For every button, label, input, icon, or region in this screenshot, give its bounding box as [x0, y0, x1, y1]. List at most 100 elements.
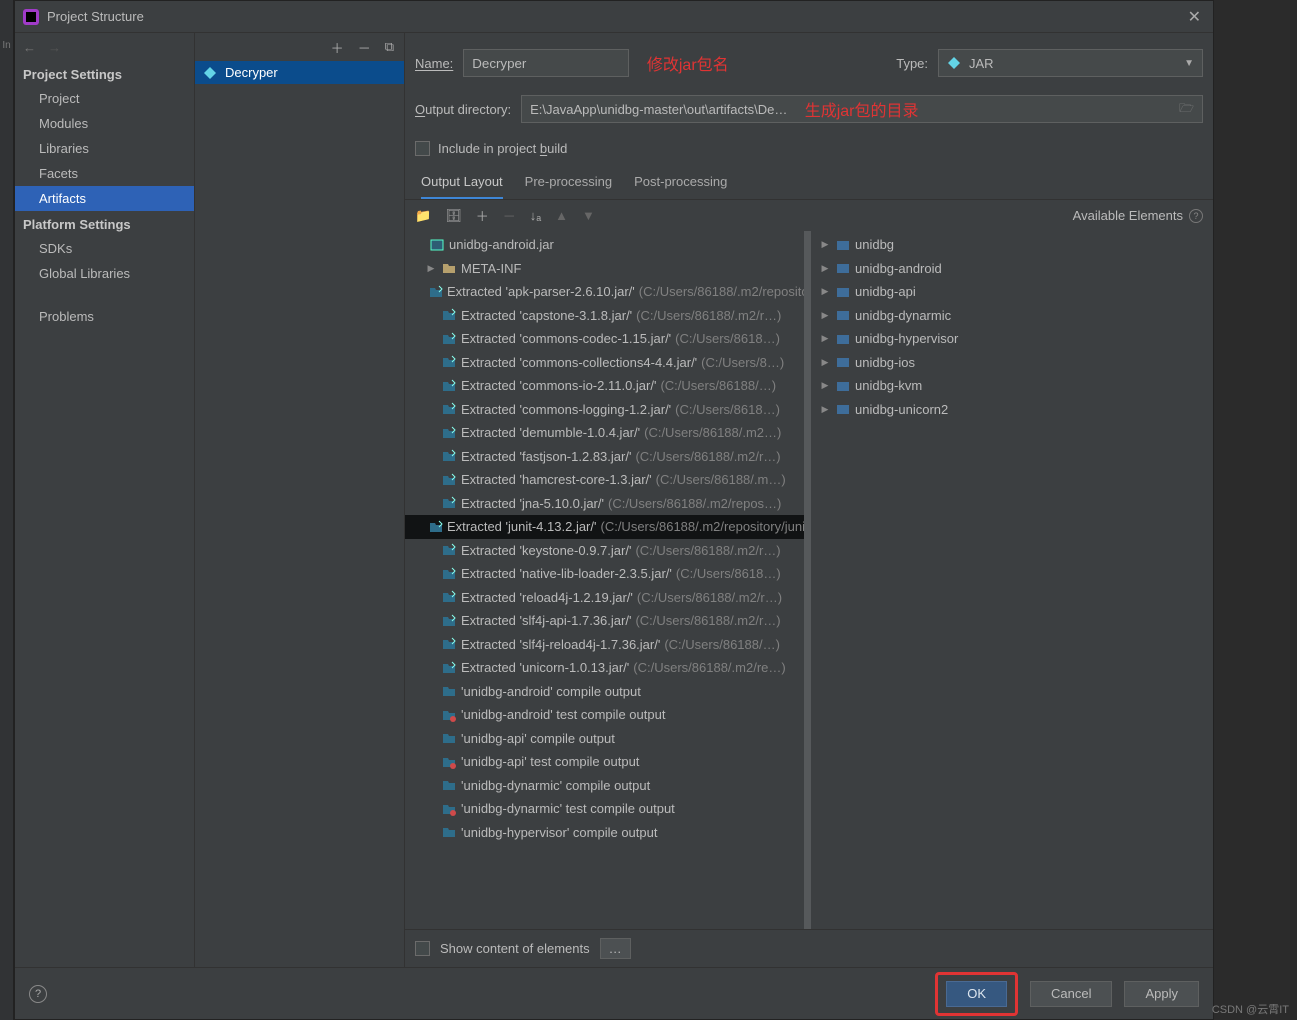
layout-node[interactable]: Extracted 'commons-codec-1.15.jar/' (C:/…: [405, 327, 811, 351]
project-structure-dialog: Project Structure ✕ ← → Project Settings…: [14, 0, 1214, 1020]
move-down-icon[interactable]: ▼: [582, 208, 595, 223]
ok-button[interactable]: OK: [946, 981, 1007, 1007]
app-icon: [23, 9, 39, 25]
layout-node[interactable]: Extracted 'slf4j-reload4j-1.7.36.jar/' (…: [405, 633, 811, 657]
layout-node[interactable]: Extracted 'commons-logging-1.2.jar/' (C:…: [405, 398, 811, 422]
tab-output-layout[interactable]: Output Layout: [421, 174, 503, 199]
available-node[interactable]: ▶unidbg-api: [811, 280, 1213, 304]
layout-node[interactable]: Extracted 'native-lib-loader-2.3.5.jar/'…: [405, 562, 811, 586]
add-icon[interactable]: ＋: [331, 38, 344, 57]
node-label: unidbg-hypervisor: [855, 331, 958, 346]
ide-left-strip: In: [0, 0, 14, 1020]
available-node[interactable]: ▶ unidbg-ios: [811, 351, 1213, 375]
layout-node[interactable]: 'unidbg-android' compile output: [405, 680, 811, 704]
artifact-item[interactable]: Decryper: [195, 61, 404, 84]
layout-node[interactable]: Extracted 'commons-io-2.11.0.jar/' (C:/U…: [405, 374, 811, 398]
expand-icon[interactable]: ▶: [819, 263, 831, 274]
layout-node[interactable]: 'unidbg-dynarmic' compile output: [405, 774, 811, 798]
include-build-checkbox[interactable]: [415, 141, 430, 156]
node-label: Extracted 'reload4j-1.2.19.jar/': [461, 590, 633, 605]
nav-item-modules[interactable]: Modules: [15, 111, 194, 136]
expand-icon[interactable]: ▶: [819, 404, 831, 415]
expand-icon[interactable]: ▶: [819, 333, 831, 344]
layout-node[interactable]: Extracted 'unicorn-1.0.13.jar/' (C:/User…: [405, 656, 811, 680]
nav-item-problems[interactable]: Problems: [15, 304, 194, 329]
expand-icon[interactable]: ▶: [819, 239, 831, 250]
layout-node[interactable]: 'unidbg-android' test compile output: [405, 703, 811, 727]
node-path: (C:/Users/86188/.m2/repos…): [608, 496, 781, 511]
available-node[interactable]: ▶unidbg: [811, 233, 1213, 257]
nav-back-icon[interactable]: ←: [23, 40, 36, 55]
available-node[interactable]: ▶unidbg-dynarmic: [811, 304, 1213, 328]
layout-node[interactable]: 'unidbg-api' compile output: [405, 727, 811, 751]
add-copy-icon[interactable]: ＋: [476, 206, 489, 225]
layout-node[interactable]: Extracted 'slf4j-api-1.7.36.jar/' (C:/Us…: [405, 609, 811, 633]
available-elements-tree[interactable]: ▶unidbg▶unidbg-android▶unidbg-api▶unidbg…: [811, 231, 1213, 929]
close-icon[interactable]: ✕: [1184, 7, 1205, 27]
remove-icon[interactable]: －: [358, 38, 371, 57]
tab-post-processing[interactable]: Post-processing: [634, 174, 727, 199]
jar-icon: [947, 56, 961, 70]
layout-node[interactable]: unidbg-android.jar: [405, 233, 811, 257]
expand-icon[interactable]: ▶: [819, 380, 831, 391]
layout-node[interactable]: 'unidbg-api' test compile output: [405, 750, 811, 774]
nav-item-facets[interactable]: Facets: [15, 161, 194, 186]
layout-node[interactable]: Extracted 'demumble-1.0.4.jar/' (C:/User…: [405, 421, 811, 445]
copy-icon[interactable]: ⧉: [385, 39, 394, 55]
nav-item-libraries[interactable]: Libraries: [15, 136, 194, 161]
node-label: unidbg-ios: [855, 355, 915, 370]
expand-icon[interactable]: ▶: [425, 263, 437, 274]
show-content-ellipsis[interactable]: …: [600, 938, 631, 959]
ext-icon: [441, 355, 457, 369]
expand-icon[interactable]: ▶: [819, 286, 831, 297]
node-label: 'unidbg-android' test compile output: [461, 707, 665, 722]
sort-icon[interactable]: ↓ₐ: [530, 208, 541, 223]
node-label: unidbg-unicorn2: [855, 402, 948, 417]
node-label: Extracted 'fastjson-1.2.83.jar/': [461, 449, 631, 464]
expand-icon[interactable]: ▶: [819, 310, 831, 321]
nav-item-global-libraries[interactable]: Global Libraries: [15, 261, 194, 286]
layout-node[interactable]: ▶META-INF: [405, 257, 811, 281]
layout-node[interactable]: 'unidbg-hypervisor' compile output: [405, 821, 811, 845]
layout-node[interactable]: Extracted 'capstone-3.1.8.jar/' (C:/User…: [405, 304, 811, 328]
move-up-icon[interactable]: ▲: [555, 208, 568, 223]
available-node[interactable]: ▶unidbg-kvm: [811, 374, 1213, 398]
nav-item-project[interactable]: Project: [15, 86, 194, 111]
layout-node[interactable]: 'unidbg-dynarmic' test compile output: [405, 797, 811, 821]
layout-node[interactable]: Extracted 'apk-parser-2.6.10.jar/' (C:/U…: [405, 280, 811, 304]
available-node[interactable]: ▶ unidbg-unicorn2: [811, 398, 1213, 422]
ext-icon: [429, 285, 443, 299]
help-button[interactable]: ?: [29, 985, 47, 1003]
nav-item-sdks[interactable]: SDKs: [15, 236, 194, 261]
nav-item-artifacts[interactable]: Artifacts: [15, 186, 194, 211]
module-icon: [835, 261, 851, 275]
annotation-ok-highlight: OK: [935, 972, 1018, 1016]
layout-node[interactable]: Extracted 'hamcrest-core-1.3.jar/' (C:/U…: [405, 468, 811, 492]
layout-node[interactable]: Extracted 'keystone-0.9.7.jar/' (C:/User…: [405, 539, 811, 563]
type-combo[interactable]: JAR ▼: [938, 49, 1203, 77]
show-content-checkbox[interactable]: [415, 941, 430, 956]
remove-item-icon[interactable]: －: [503, 206, 516, 225]
new-archive-icon[interactable]: 🗄: [445, 208, 462, 224]
new-folder-icon[interactable]: 📁: [415, 208, 431, 224]
help-available-icon[interactable]: ?: [1189, 209, 1203, 223]
node-path: (C:/Users/86188/.m2/r…): [636, 308, 781, 323]
nav-forward-icon[interactable]: →: [48, 40, 61, 55]
outdir-field[interactable]: E:\JavaApp\unidbg-master\out\artifacts\D…: [521, 95, 1203, 123]
output-layout-tree[interactable]: unidbg-android.jar▶META-INFExtracted 'ap…: [405, 231, 811, 929]
apply-button[interactable]: Apply: [1124, 981, 1199, 1007]
layout-node[interactable]: Extracted 'commons-collections4-4.4.jar/…: [405, 351, 811, 375]
expand-icon[interactable]: ▶: [819, 357, 831, 368]
tab-pre-processing[interactable]: Pre-processing: [525, 174, 612, 199]
cancel-button[interactable]: Cancel: [1030, 981, 1112, 1007]
layout-node[interactable]: Extracted 'fastjson-1.2.83.jar/' (C:/Use…: [405, 445, 811, 469]
browse-icon[interactable]: 🗁: [1179, 99, 1194, 120]
layout-node[interactable]: Extracted 'junit-4.13.2.jar/' (C:/Users/…: [405, 515, 811, 539]
dir-icon: [441, 731, 457, 745]
available-node[interactable]: ▶unidbg-android: [811, 257, 1213, 281]
name-input[interactable]: [463, 49, 629, 77]
artifacts-toolbar: ＋ － ⧉: [195, 33, 404, 61]
layout-node[interactable]: Extracted 'jna-5.10.0.jar/' (C:/Users/86…: [405, 492, 811, 516]
layout-node[interactable]: Extracted 'reload4j-1.2.19.jar/' (C:/Use…: [405, 586, 811, 610]
available-node[interactable]: ▶ unidbg-hypervisor: [811, 327, 1213, 351]
